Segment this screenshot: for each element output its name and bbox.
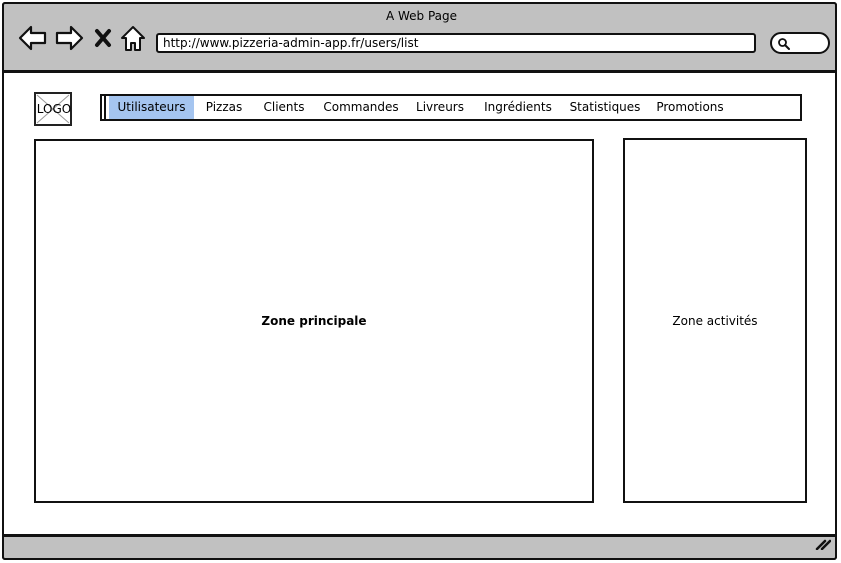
close-x-icon[interactable]	[94, 28, 112, 52]
resize-grip-icon[interactable]	[815, 535, 832, 554]
logo-text: LOGO	[36, 102, 72, 116]
nav-item-pizzas[interactable]: Pizzas	[194, 96, 254, 119]
nav-item-promotions[interactable]: Promotions	[650, 96, 730, 119]
back-arrow-icon[interactable]	[18, 25, 48, 55]
main-zone-panel: Zone principale	[34, 139, 594, 503]
window-title: A Web Page	[385, 9, 458, 23]
home-icon[interactable]	[120, 25, 146, 57]
url-bar[interactable]: http://www.pizzeria-admin-app.fr/users/l…	[156, 33, 756, 53]
activity-zone-panel: Zone activités	[623, 138, 807, 503]
logo[interactable]: LOGO	[34, 92, 72, 126]
nav-item-livreurs[interactable]: Livreurs	[408, 96, 472, 119]
nav-item-ingredients[interactable]: Ingrédients	[474, 96, 562, 119]
browser-toolbar: A Web Page http://www.pizzeria-admin-app…	[2, 2, 837, 73]
main-zone-label: Zone principale	[261, 314, 367, 328]
status-bar	[2, 534, 837, 560]
main-nav-menu: Utilisateurs Pizzas Clients Commandes Li…	[100, 94, 802, 121]
forward-arrow-icon[interactable]	[54, 25, 84, 55]
nav-item-commandes[interactable]: Commandes	[316, 96, 406, 119]
nav-item-clients[interactable]: Clients	[254, 96, 314, 119]
nav-item-utilisateurs[interactable]: Utilisateurs	[109, 96, 194, 119]
browser-search-box[interactable]	[770, 32, 830, 54]
nav-item-statistiques[interactable]: Statistiques	[564, 96, 646, 119]
activity-zone-label: Zone activités	[672, 313, 758, 328]
